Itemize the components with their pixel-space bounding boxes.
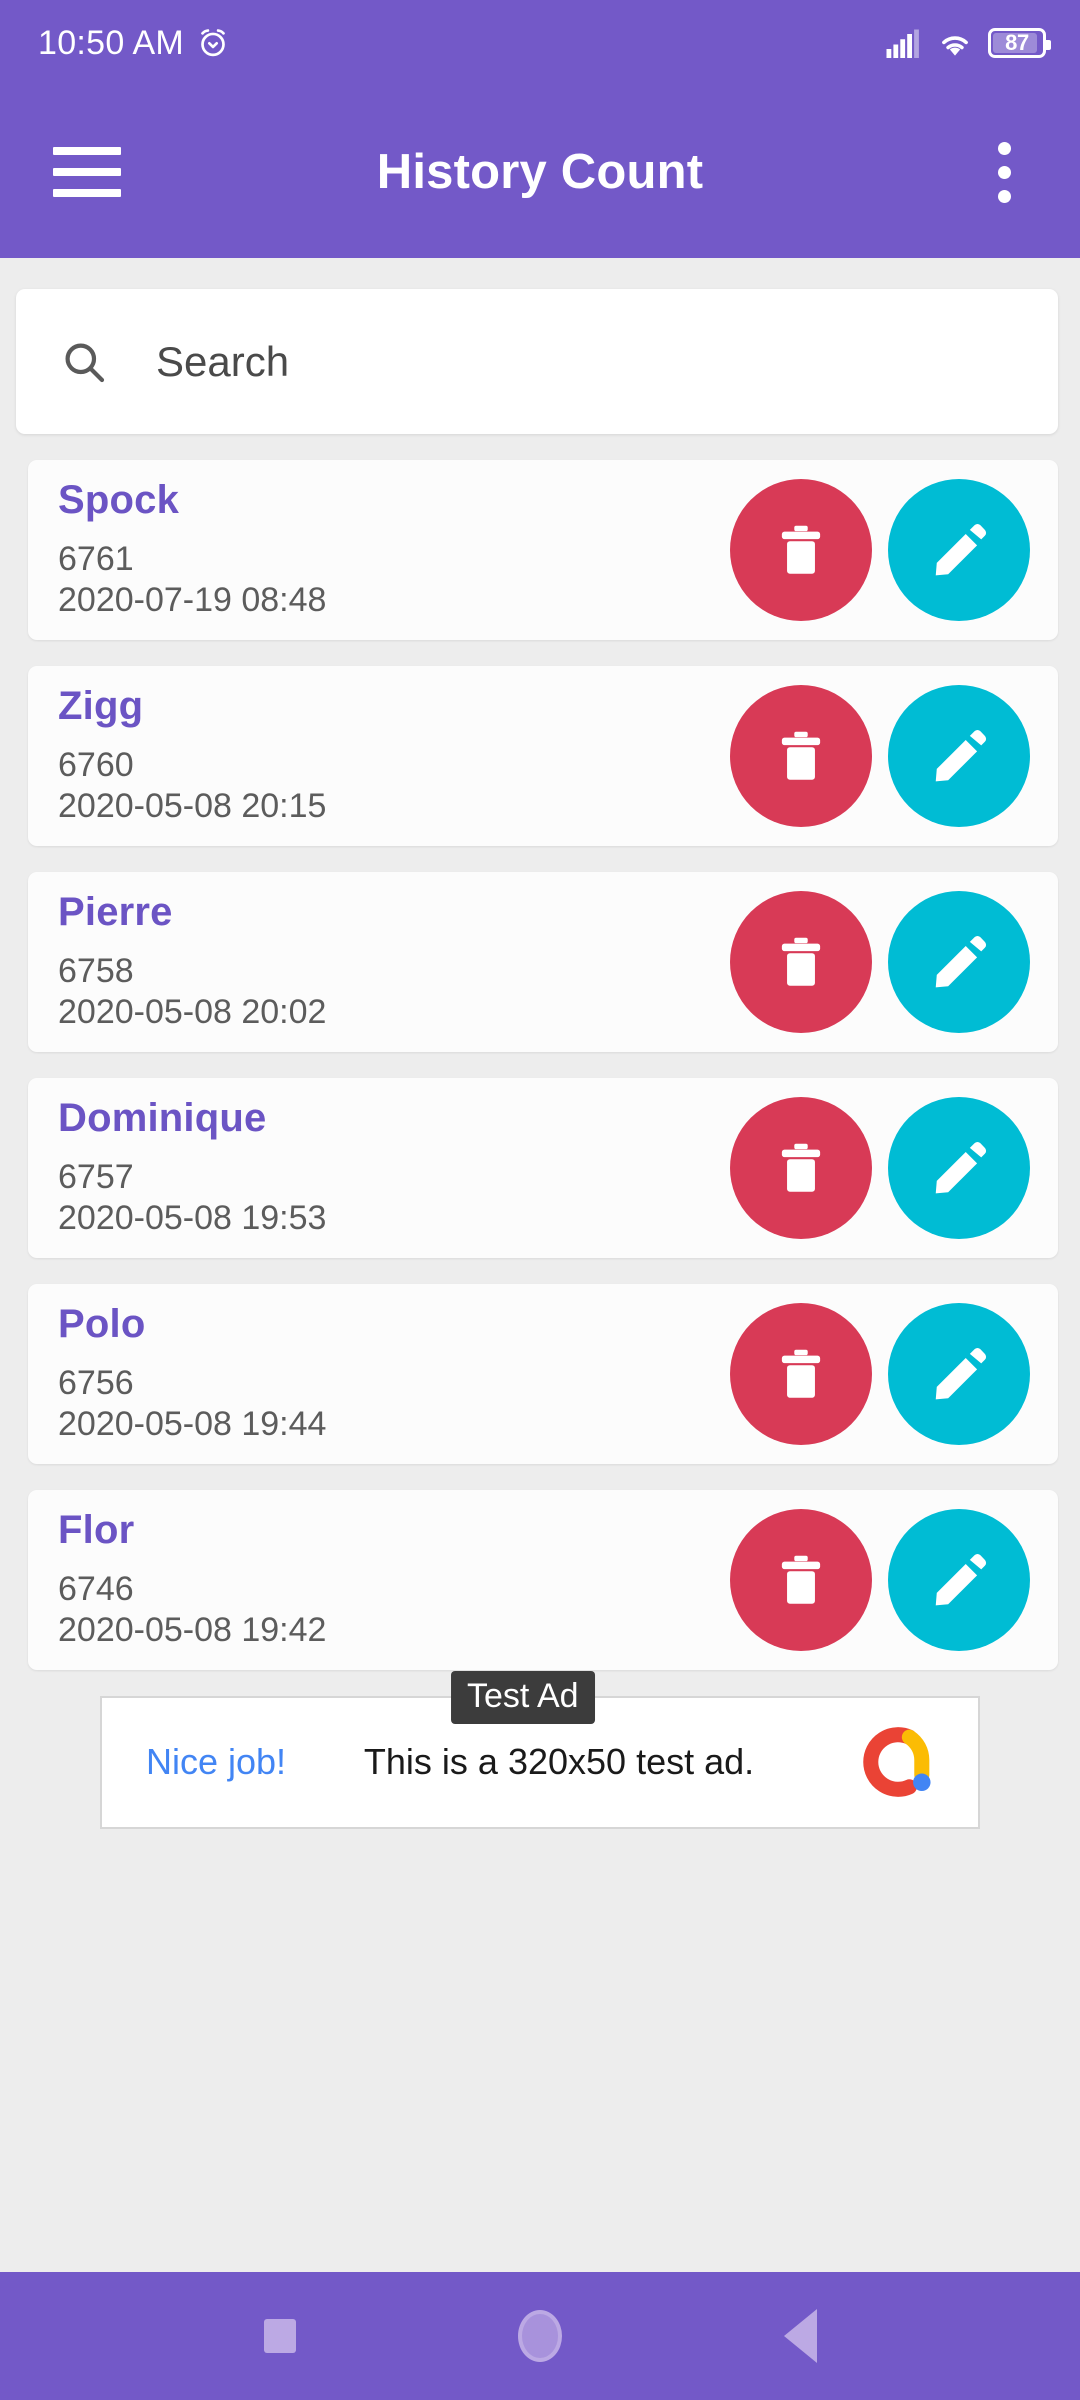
- row-text: Pierre 6758 2020-05-08 20:02: [58, 872, 730, 1052]
- table-row[interactable]: Pierre 6758 2020-05-08 20:02: [28, 871, 1058, 1052]
- row-actions: [730, 1302, 1058, 1445]
- home-glyph: [518, 2310, 562, 2362]
- row-name: Flor: [58, 1507, 135, 1552]
- pencil-icon: [928, 1549, 990, 1611]
- row-name: Dominique: [58, 1095, 267, 1140]
- table-row[interactable]: Spock 6761 2020-07-19 08:48: [28, 460, 1058, 640]
- page-title: History Count: [376, 145, 704, 199]
- table-row[interactable]: Polo 6756 2020-05-08 19:44: [28, 1283, 1058, 1464]
- recents-glyph: [264, 2319, 296, 2353]
- home-circle-icon[interactable]: [480, 2281, 600, 2391]
- ad-banner[interactable]: Nice job! This is a 320x50 test ad. Test…: [100, 1670, 980, 1829]
- edit-button[interactable]: [888, 478, 1030, 621]
- delete-button[interactable]: [730, 478, 872, 621]
- row-name: Polo: [58, 1301, 146, 1346]
- row-actions: [730, 1096, 1058, 1239]
- pencil-icon: [928, 1137, 990, 1199]
- row-date: 2020-05-08 20:15: [58, 787, 327, 826]
- search-input[interactable]: Search: [16, 289, 1058, 434]
- row-name: Spock: [58, 478, 180, 522]
- row-date: 2020-05-08 19:44: [58, 1405, 327, 1444]
- status-bar-left: 10:50 AM: [38, 24, 230, 63]
- delete-button[interactable]: [730, 890, 872, 1033]
- pencil-icon: [928, 725, 990, 787]
- row-actions: [730, 1508, 1058, 1651]
- admob-logo-icon: [856, 1720, 978, 1804]
- overflow-dot: [997, 165, 1011, 179]
- edit-button[interactable]: [888, 684, 1030, 827]
- row-actions: [730, 890, 1058, 1033]
- row-id: 6756: [58, 1363, 134, 1402]
- battery-percent-label: 87: [1005, 30, 1029, 55]
- overflow-dot: [997, 141, 1011, 155]
- overflow-menu-icon[interactable]: [956, 117, 1052, 227]
- recents-square-icon[interactable]: [220, 2281, 340, 2391]
- menu-line: [53, 168, 121, 176]
- row-id: 6757: [58, 1157, 134, 1196]
- search-placeholder-label: Search: [156, 337, 290, 385]
- trash-icon: [770, 1549, 832, 1611]
- row-name: Zigg: [58, 683, 144, 728]
- wifi-icon: [936, 28, 974, 58]
- edit-button[interactable]: [888, 890, 1030, 1033]
- row-id: 6760: [58, 745, 134, 784]
- row-id: 6761: [58, 540, 134, 578]
- row-id: 6758: [58, 951, 134, 990]
- row-date: 2020-05-08 19:42: [58, 1611, 327, 1650]
- status-bar-clock: 10:50 AM: [38, 23, 185, 62]
- row-text: Spock 6761 2020-07-19 08:48: [58, 460, 730, 640]
- edit-button[interactable]: [888, 1302, 1030, 1445]
- alarm-icon: [196, 26, 230, 60]
- edit-button[interactable]: [888, 1508, 1030, 1651]
- row-id: 6746: [58, 1569, 134, 1608]
- table-row[interactable]: Zigg 6760 2020-05-08 20:15: [28, 665, 1058, 846]
- pencil-icon: [928, 931, 990, 993]
- ad-banner-container: Nice job! This is a 320x50 test ad. Test…: [0, 1670, 1080, 1829]
- ad-body-text: This is a 320x50 test ad.: [363, 1741, 755, 1783]
- status-bar: 10:50 AM 87: [0, 0, 1080, 86]
- row-text: Polo 6756 2020-05-08 19:44: [58, 1284, 730, 1464]
- row-text: Zigg 6760 2020-05-08 20:15: [58, 666, 730, 846]
- edit-button[interactable]: [888, 1096, 1030, 1239]
- menu-line: [53, 189, 121, 197]
- menu-line: [53, 147, 121, 155]
- table-row[interactable]: Flor 6746 2020-05-08 19:42: [28, 1489, 1058, 1670]
- row-date: 2020-05-08 20:02: [58, 993, 327, 1032]
- trash-icon: [770, 1343, 832, 1405]
- overflow-dot: [997, 189, 1011, 203]
- row-date: 2020-07-19 08:48: [58, 581, 327, 620]
- status-bar-right: 87: [884, 28, 1051, 58]
- pencil-icon: [928, 519, 990, 581]
- cellular-signal-icon: [884, 28, 922, 58]
- delete-button[interactable]: [730, 1302, 872, 1445]
- row-text: Flor 6746 2020-05-08 19:42: [58, 1490, 730, 1670]
- back-glyph: [783, 2309, 817, 2363]
- back-triangle-icon[interactable]: [740, 2281, 860, 2391]
- battery-indicator: 87: [988, 28, 1051, 58]
- row-actions: [730, 478, 1058, 621]
- app-bar: History Count: [0, 86, 1080, 258]
- trash-icon: [770, 519, 832, 581]
- delete-button[interactable]: [730, 1096, 872, 1239]
- status-badge: Test Ad: [451, 1670, 595, 1724]
- delete-button[interactable]: [730, 1508, 872, 1651]
- history-list: Spock 6761 2020-07-19 08:48 Zigg 6760 20…: [0, 460, 1080, 1670]
- delete-button[interactable]: [730, 684, 872, 827]
- row-date: 2020-05-08 19:53: [58, 1199, 327, 1238]
- trash-icon: [770, 931, 832, 993]
- row-text: Dominique 6757 2020-05-08 19:53: [58, 1078, 730, 1258]
- search-icon: [60, 338, 108, 386]
- app-root: 10:50 AM 87 History Count Search Spock 6…: [0, 0, 1080, 2400]
- row-actions: [730, 684, 1058, 827]
- trash-icon: [770, 1137, 832, 1199]
- row-name: Pierre: [58, 889, 173, 934]
- android-navigation-bar: [0, 2272, 1080, 2400]
- main-content: Search Spock 6761 2020-07-19 08:48 Zigg …: [0, 258, 1080, 2272]
- table-row[interactable]: Dominique 6757 2020-05-08 19:53: [28, 1077, 1058, 1258]
- trash-icon: [770, 725, 832, 787]
- pencil-icon: [928, 1343, 990, 1405]
- hamburger-menu-icon[interactable]: [32, 117, 142, 227]
